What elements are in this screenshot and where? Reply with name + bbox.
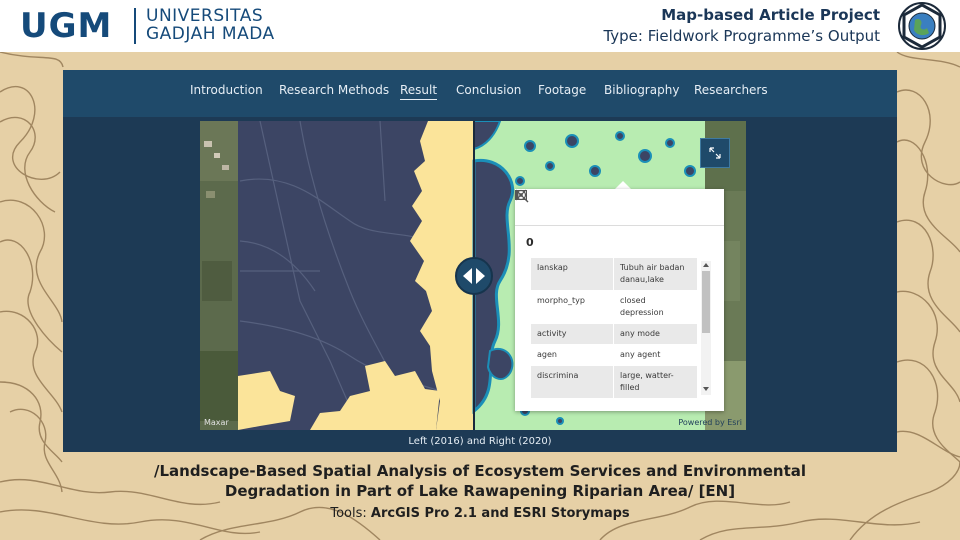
map-attribution-right[interactable]: Powered by Esri <box>678 418 742 427</box>
storymap-window: Introduction Research Methods Result Con… <box>63 70 897 452</box>
table-row: lanskap Tubuh air badan danau,lake <box>531 258 697 291</box>
table-row: discrimina large, watter-filled <box>531 366 697 399</box>
attribute-value: closed depression <box>613 291 697 323</box>
popup-divider <box>515 225 724 226</box>
close-icon[interactable] <box>515 189 527 201</box>
attribute-value: Tubuh air badan danau,lake <box>613 258 697 290</box>
map-caption: Left (2016) and Right (2020) <box>408 436 552 447</box>
tools-label: Tools: <box>330 506 367 521</box>
attribute-value: large, watter-filled <box>613 366 697 398</box>
nav-researchers[interactable]: Researchers <box>694 83 768 97</box>
university-line-1: UNIVERSITAS <box>146 6 264 26</box>
nav-footage[interactable]: Footage <box>538 83 586 97</box>
expand-button[interactable] <box>700 138 730 168</box>
tools-line: Tools: ArcGIS Pro 2.1 and ESRI Storymaps <box>0 506 960 521</box>
attribute-table: lanskap Tubuh air badan danau,lake morph… <box>531 258 697 404</box>
table-row: morpho_typ closed depression <box>531 291 697 324</box>
university-line-2: GADJAH MADA <box>146 24 275 44</box>
nav-result[interactable]: Result <box>400 83 438 100</box>
scroll-thumb[interactable] <box>702 271 710 333</box>
tools-value: ArcGIS Pro 2.1 and ESRI Storymaps <box>370 506 630 521</box>
popup-scrollbar[interactable] <box>701 261 711 395</box>
project-type: Type: Fieldwork Programme’s Output <box>603 27 880 45</box>
attribute-value: any mode <box>613 324 697 344</box>
attribute-key: morpho_typ <box>531 291 613 323</box>
project-title: Map-based Article Project <box>661 6 880 24</box>
attribute-key: discrimina <box>531 366 613 398</box>
table-row: agen any agent <box>531 345 697 366</box>
popup-title: 0 <box>526 236 534 249</box>
article-title: /Landscape-Based Spatial Analysis of Eco… <box>60 461 900 501</box>
scroll-up-icon[interactable] <box>703 263 709 267</box>
map-attribution-left: Maxar <box>204 418 229 427</box>
nav-conclusion[interactable]: Conclusion <box>456 83 521 97</box>
table-row: activity any mode <box>531 324 697 345</box>
attribute-key: lanskap <box>531 258 613 290</box>
ugm-logo: UGM <box>20 6 113 46</box>
expand-icon <box>709 147 721 159</box>
nav-research-methods[interactable]: Research Methods <box>279 83 389 97</box>
header-bar: UGM UNIVERSITAS GADJAH MADA Map-based Ar… <box>0 0 960 52</box>
storymap-nav: Introduction Research Methods Result Con… <box>63 70 897 117</box>
popup-pointer <box>615 181 631 189</box>
scroll-down-icon[interactable] <box>703 387 709 391</box>
article-title-line-2: Degradation in Part of Lake Rawapening R… <box>224 482 736 500</box>
nav-introduction[interactable]: Introduction <box>190 83 263 97</box>
attribute-key: agen <box>531 345 613 365</box>
swipe-handle[interactable] <box>455 257 493 295</box>
article-title-line-1: /Landscape-Based Spatial Analysis of Eco… <box>153 462 807 480</box>
feature-popup: 0 lanskap Tubuh air badan danau,lake mor… <box>515 189 724 411</box>
attribute-value: any agent <box>613 345 697 365</box>
attribute-key: activity <box>531 324 613 344</box>
nav-bibliography[interactable]: Bibliography <box>604 83 679 97</box>
swipe-arrows-icon <box>463 268 485 284</box>
globe-emblem-icon <box>898 2 946 50</box>
swipe-map[interactable]: 0 lanskap Tubuh air badan danau,lake mor… <box>200 121 746 430</box>
logo-separator <box>134 8 136 44</box>
university-name: UNIVERSITAS GADJAH MADA <box>146 7 275 43</box>
